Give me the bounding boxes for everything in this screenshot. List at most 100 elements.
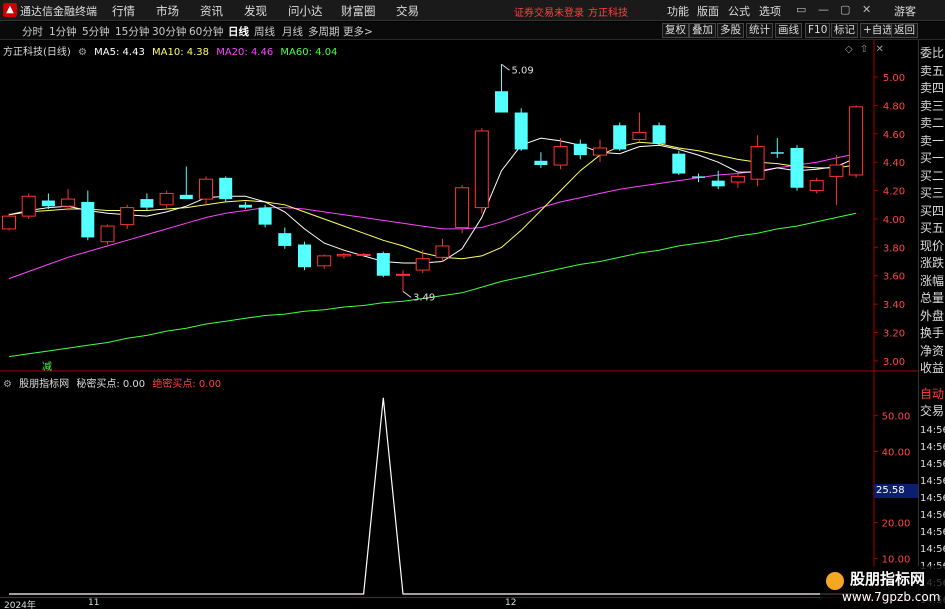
watermark: 股朋指标网 www.7gpzb.com xyxy=(820,566,945,609)
candle-body-up xyxy=(750,146,765,180)
high-label: 5.09 xyxy=(512,65,534,76)
period-more[interactable]: 更多> xyxy=(343,24,373,39)
auto-label[interactable]: 自动 xyxy=(920,385,944,402)
stats-button[interactable]: 统计 xyxy=(746,23,773,38)
candle-body-up xyxy=(474,130,489,209)
menu-market[interactable]: 市场 xyxy=(156,3,179,19)
restore-layout-icon[interactable]: ▭ xyxy=(796,3,806,16)
side-panel-item[interactable]: 现价 xyxy=(920,237,944,254)
menu-news[interactable]: 资讯 xyxy=(200,3,223,19)
indicator-chart[interactable]: 50.0040.0030.0020.0010.00 xyxy=(0,372,918,597)
price-tick-label: 4.40 xyxy=(883,158,905,169)
price-tick-label: 3.80 xyxy=(883,243,905,254)
price-tick-label: 5.00 xyxy=(883,73,905,84)
function-link[interactable]: 功能 xyxy=(667,3,689,19)
login-notice[interactable]: 证券交易未登录 xyxy=(514,4,584,19)
side-panel-item[interactable]: 总量 xyxy=(920,289,944,306)
side-panel-time: 14:56 xyxy=(920,476,945,487)
watermark-logo-icon xyxy=(826,572,844,590)
minimize-icon[interactable]: — xyxy=(818,3,829,16)
side-panel-item[interactable]: 涨幅 xyxy=(920,272,944,289)
side-panel-item[interactable]: 净资 xyxy=(920,342,944,359)
app-logo-icon: ▲ xyxy=(3,3,17,17)
candle-body-up xyxy=(435,245,450,258)
candlestick-chart[interactable]: 5.00 4.80 4.60 4.40 4.20 4.00 3.80 3.60 3.40 3.20… xyxy=(0,40,918,372)
quote-side-panel: 委比 卖五 卖四 卖三 卖二 卖一 买一 买二 买三 买四 买五 现价 涨跌 涨幅 总量 外盘 换手 净资 收益 自… xyxy=(918,40,945,609)
candle-body-up xyxy=(632,131,647,140)
ma60-line xyxy=(8,212,857,358)
candle-body-down xyxy=(573,143,587,156)
candle-body-up xyxy=(61,198,76,207)
period-weekly[interactable]: 周线 xyxy=(254,24,275,39)
candle-body-up xyxy=(120,207,135,226)
period-multi[interactable]: 多周期 xyxy=(308,24,340,39)
options-link[interactable]: 选项 xyxy=(759,3,781,19)
indicator-line xyxy=(9,397,857,595)
f10-button[interactable]: F10 xyxy=(805,23,831,38)
price-tick-label: 3.20 xyxy=(883,329,905,340)
close-icon[interactable]: ✕ xyxy=(862,3,871,16)
candle-body-down xyxy=(81,201,95,238)
side-panel-time: 14:56 xyxy=(920,544,945,555)
date-month-11: 11 xyxy=(88,598,100,608)
menu-ask[interactable]: 问小达 xyxy=(288,3,323,19)
side-panel-item[interactable]: 收益 xyxy=(920,359,944,376)
side-panel-item[interactable]: 涨跌 xyxy=(920,254,944,271)
period-15min[interactable]: 15分钟 xyxy=(115,24,149,39)
app-title: 通达信金融终端 xyxy=(20,5,97,18)
menu-wealth[interactable]: 财富圈 xyxy=(341,3,376,19)
indicator-tick-label: 20.00 xyxy=(882,519,911,530)
candle-body-up xyxy=(100,225,115,243)
maximize-icon[interactable]: ▢ xyxy=(840,3,850,16)
candle-body-up xyxy=(553,146,568,166)
candle-body-down xyxy=(770,152,784,154)
candle-body-up xyxy=(849,106,864,176)
side-panel-item[interactable]: 卖五 xyxy=(920,62,944,79)
period-1min[interactable]: 1分钟 xyxy=(49,24,77,39)
candle-body-down xyxy=(672,153,686,174)
side-panel-item[interactable]: 买三 xyxy=(920,184,944,201)
side-panel-item[interactable]: 外盘 xyxy=(920,307,944,324)
candle-body-up xyxy=(356,253,371,256)
candle-body-down xyxy=(692,176,705,178)
back-button[interactable]: 返回 xyxy=(891,23,918,38)
period-toolbar: 分时 1分钟 5分钟 15分钟 30分钟 60分钟 日线 周线 月线 多周期 更… xyxy=(0,22,945,40)
menu-trade[interactable]: 交易 xyxy=(396,3,419,19)
high-pointer xyxy=(501,63,510,71)
side-panel-item[interactable]: 买五 xyxy=(920,219,944,236)
period-30min[interactable]: 30分钟 xyxy=(152,24,186,39)
guest-label[interactable]: 游客 xyxy=(894,3,916,19)
side-panel-item[interactable]: 委比 xyxy=(920,44,944,61)
menu-quotes[interactable]: 行情 xyxy=(112,3,135,19)
watermark-url: www.7gpzb.com xyxy=(842,590,941,604)
period-5min[interactable]: 5分钟 xyxy=(82,24,110,39)
side-panel-item[interactable]: 买一 xyxy=(920,149,944,166)
candle-body-up xyxy=(317,255,332,267)
side-panel-item[interactable]: 换手 xyxy=(920,324,944,341)
adjust-button[interactable]: 复权 xyxy=(662,23,689,38)
layout-link[interactable]: 版面 xyxy=(697,3,719,19)
side-panel-item[interactable]: 卖四 xyxy=(920,79,944,96)
candle-body-down xyxy=(238,204,252,208)
period-timeshare[interactable]: 分时 xyxy=(22,24,43,39)
formula-link[interactable]: 公式 xyxy=(728,3,750,19)
mark-button[interactable]: 标记 xyxy=(831,23,858,38)
side-panel-item[interactable]: 买二 xyxy=(920,167,944,184)
price-tick-label: 3.40 xyxy=(883,300,905,311)
indicator-tick-label: 10.00 xyxy=(882,554,911,565)
draw-line-button[interactable]: 画线 xyxy=(775,23,802,38)
side-panel-item[interactable]: 卖一 xyxy=(920,132,944,149)
side-panel-item[interactable]: 卖二 xyxy=(920,114,944,131)
trade-label[interactable]: 交易 xyxy=(920,402,944,419)
side-panel-item[interactable]: 卖三 xyxy=(920,97,944,114)
side-panel-item[interactable]: 买四 xyxy=(920,202,944,219)
period-60min[interactable]: 60分钟 xyxy=(189,24,223,39)
overlay-button[interactable]: 叠加 xyxy=(689,23,716,38)
date-axis: 2024年 11 12 xyxy=(0,597,918,609)
period-monthly[interactable]: 月线 xyxy=(282,24,303,39)
indicator-tick-label: 50.00 xyxy=(882,412,911,423)
multi-stock-button[interactable]: 多股 xyxy=(717,23,744,38)
period-daily[interactable]: 日线 xyxy=(228,24,249,39)
indicator-tick-label: 40.00 xyxy=(882,447,911,458)
menu-discover[interactable]: 发现 xyxy=(244,3,267,19)
